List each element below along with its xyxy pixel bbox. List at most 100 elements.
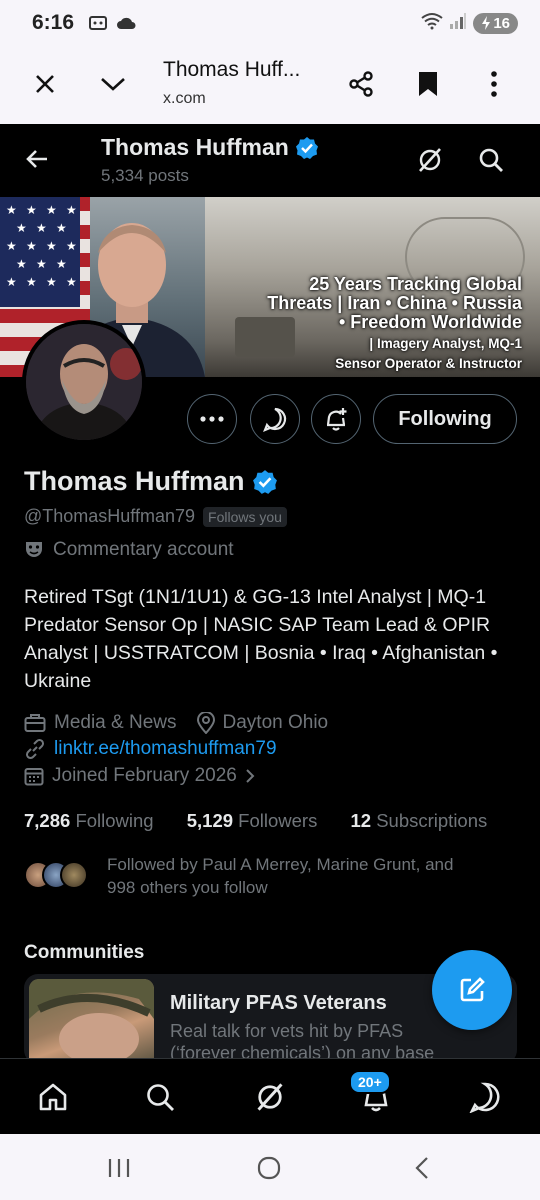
- notify-button[interactable]: [311, 394, 361, 444]
- grok-button[interactable]: [408, 138, 452, 182]
- banner-text: 25 Years Tracking Global Threats | Iran …: [267, 275, 522, 372]
- custom-tab-bar: Thomas Huff... x.com: [0, 46, 540, 124]
- verified-icon[interactable]: [252, 469, 278, 495]
- status-time: 6:16: [32, 11, 75, 34]
- nav-grok[interactable]: [246, 1073, 294, 1121]
- followed-by[interactable]: Followed by Paul A Merrey, Marine Grunt,…: [24, 853, 524, 899]
- following-label: Following: [75, 810, 154, 831]
- home-icon: [39, 1083, 67, 1111]
- status-bar: 6:16 16: [0, 0, 540, 46]
- follows-you-badge: Follows you: [203, 506, 287, 527]
- battery-level: 16: [493, 14, 510, 32]
- bookmark-icon: [419, 72, 437, 96]
- profile-name: Thomas Huffman: [24, 466, 278, 497]
- search-icon: [479, 148, 503, 172]
- community-title: Military PFAS Veterans: [170, 992, 387, 1014]
- search-icon: [147, 1084, 174, 1111]
- chevron-right-icon: [246, 769, 255, 783]
- chevron-down-icon: [101, 78, 125, 91]
- avatar[interactable]: [22, 320, 146, 444]
- more-vert-icon: [491, 71, 497, 97]
- more-actions-button[interactable]: [187, 394, 237, 444]
- profile-name-text: Thomas Huffman: [24, 466, 245, 496]
- home-button[interactable]: [249, 1150, 289, 1186]
- location-text: Dayton Ohio: [222, 712, 329, 733]
- follower-avatar: [60, 861, 88, 889]
- post-count: 5,334 posts: [101, 166, 189, 185]
- bell-plus-icon: [326, 408, 347, 431]
- header-name-text: Thomas Huffman: [101, 134, 289, 160]
- commentary-label[interactable]: Commentary account: [24, 539, 234, 561]
- following-button[interactable]: Following: [373, 394, 517, 444]
- joined-row[interactable]: Joined February 2026: [24, 765, 255, 787]
- subscriptions-label: Subscriptions: [376, 810, 488, 831]
- system-navigation: [0, 1134, 540, 1200]
- recents-button[interactable]: [99, 1150, 139, 1186]
- nav-search[interactable]: [136, 1073, 184, 1121]
- link-icon: [25, 738, 45, 760]
- message-icon: [263, 407, 287, 432]
- grok-icon: [419, 148, 441, 172]
- screenshot-icon: [88, 14, 108, 32]
- search-button[interactable]: [469, 138, 513, 182]
- following-count: 7,286: [24, 810, 71, 831]
- close-icon: [36, 75, 54, 93]
- location-icon: [196, 712, 215, 734]
- notifications-badge: 20+: [349, 1070, 391, 1094]
- profile-link-row[interactable]: linktr.ee/thomashuffman79: [24, 738, 277, 760]
- banner-line-1: 25 Years Tracking Global: [309, 274, 522, 294]
- subscriptions-count: 12: [350, 810, 372, 831]
- signal-icon: [449, 12, 467, 34]
- followers-label: Followers: [238, 810, 318, 831]
- verified-icon: [295, 136, 318, 159]
- close-button[interactable]: [21, 60, 69, 108]
- more-options-button[interactable]: [470, 60, 518, 108]
- followed-by-line-2: 998 others you follow: [107, 878, 268, 897]
- back-nav-button[interactable]: [402, 1150, 442, 1186]
- profile-meta-row: Media & News Dayton Ohio: [24, 712, 328, 734]
- wifi-icon: [421, 12, 443, 35]
- theater-mask-icon: [26, 542, 42, 557]
- followed-by-text: Followed by Paul A Merrey, Marine Grunt,…: [107, 853, 453, 899]
- banner-line-3: • Freedom Worldwide: [339, 312, 522, 332]
- chat-icon: [469, 1082, 500, 1113]
- profile-header: Thomas Huffman 5,334 posts: [0, 124, 540, 197]
- message-button[interactable]: [250, 394, 300, 444]
- following-stat[interactable]: 7,286 Following: [24, 810, 154, 831]
- briefcase-icon: [24, 714, 46, 732]
- calendar-icon: [24, 768, 44, 786]
- back-chevron-icon: [415, 1157, 428, 1179]
- share-icon: [349, 71, 373, 97]
- nav-messages[interactable]: [461, 1073, 509, 1121]
- community-desc-line-1: Real talk for vets hit by PFAS: [170, 1021, 404, 1041]
- home-circle-icon: [257, 1156, 281, 1180]
- nav-home[interactable]: [29, 1073, 77, 1121]
- back-button[interactable]: [14, 136, 60, 182]
- bookmark-button[interactable]: [404, 60, 452, 108]
- share-button[interactable]: [337, 60, 385, 108]
- more-horiz-icon: [200, 416, 224, 422]
- communities-heading: Communities: [24, 942, 145, 963]
- followers-stat[interactable]: 5,129 Followers: [187, 810, 318, 831]
- handle-text: @ThomasHuffman79: [24, 506, 196, 526]
- category-text: Media & News: [54, 712, 177, 733]
- joined-text: Joined February 2026: [52, 765, 237, 786]
- cloud-icon: [116, 16, 136, 30]
- followed-by-line-1: Followed by Paul A Merrey, Marine Grunt,…: [107, 855, 454, 874]
- tab-title: Thomas Huff...: [163, 58, 301, 81]
- expand-button[interactable]: [89, 60, 137, 108]
- compose-button[interactable]: [432, 950, 512, 1030]
- profile-handle: @ThomasHuffman79 Follows you: [24, 506, 287, 527]
- bottom-navigation: [0, 1058, 540, 1134]
- profile-bio: Retired TSgt (1N1/1U1) & GG-13 Intel Ana…: [24, 586, 498, 692]
- followers-count: 5,129: [186, 810, 234, 831]
- follow-stats: 7,286 Following 5,129 Followers 12 Subsc…: [24, 810, 487, 832]
- subscriptions-stat[interactable]: 12 Subscriptions: [350, 810, 487, 831]
- banner-line-4: | Imagery Analyst, MQ-1: [369, 336, 522, 351]
- banner-line-2: Threats | Iran • China • Russia: [267, 293, 522, 313]
- grok-icon: [257, 1083, 283, 1111]
- profile-link[interactable]: linktr.ee/thomashuffman79: [54, 738, 277, 760]
- commentary-text: Commentary account: [53, 539, 234, 560]
- battery-indicator: 16: [473, 12, 518, 34]
- community-thumbnail: [29, 979, 154, 1064]
